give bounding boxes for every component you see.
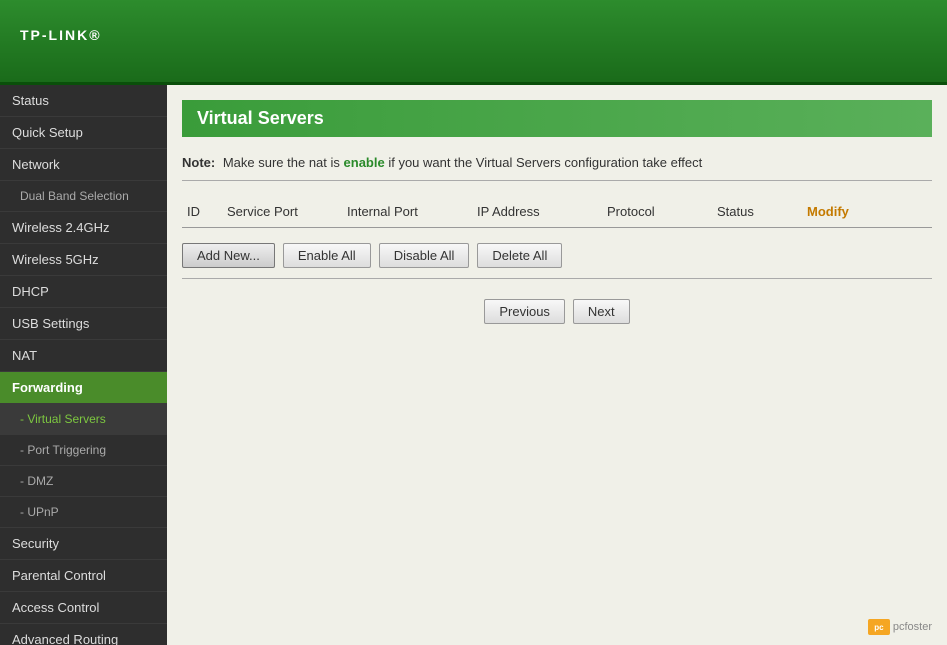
note-suffix-text: if you want the Virtual Servers configur… bbox=[388, 155, 702, 170]
sidebar-item-network[interactable]: Network bbox=[0, 149, 167, 181]
note-text: Make sure the nat is bbox=[223, 155, 340, 170]
col-internal-port: Internal Port bbox=[347, 204, 477, 219]
sidebar-item-dhcp[interactable]: DHCP bbox=[0, 276, 167, 308]
sidebar-item-port-triggering[interactable]: - Port Triggering bbox=[0, 435, 167, 466]
footer-watermark: pc pcfoster bbox=[868, 619, 932, 635]
sidebar-item-wireless-5[interactable]: Wireless 5GHz bbox=[0, 244, 167, 276]
previous-button[interactable]: Previous bbox=[484, 299, 565, 324]
sidebar-item-access-control[interactable]: Access Control bbox=[0, 592, 167, 624]
col-service-port: Service Port bbox=[227, 204, 347, 219]
pc-icon: pc bbox=[868, 619, 890, 635]
sidebar-item-upnp[interactable]: - UPnP bbox=[0, 497, 167, 528]
col-ip-address: IP Address bbox=[477, 204, 607, 219]
sidebar-item-forwarding[interactable]: Forwarding bbox=[0, 372, 167, 404]
trademark: ® bbox=[89, 27, 101, 43]
action-buttons: Add New... Enable All Disable All Delete… bbox=[182, 233, 932, 279]
sidebar-item-nat[interactable]: NAT bbox=[0, 340, 167, 372]
sidebar-item-wireless-24[interactable]: Wireless 2.4GHz bbox=[0, 212, 167, 244]
logo: TP-LINK® bbox=[20, 20, 102, 62]
disable-all-button[interactable]: Disable All bbox=[379, 243, 470, 268]
sidebar-item-parental-control[interactable]: Parental Control bbox=[0, 560, 167, 592]
sidebar-item-usb-settings[interactable]: USB Settings bbox=[0, 308, 167, 340]
main-content: Virtual Servers Note: Make sure the nat … bbox=[167, 85, 947, 645]
sidebar-item-status[interactable]: Status bbox=[0, 85, 167, 117]
sidebar-item-advanced-routing[interactable]: Advanced Routing bbox=[0, 624, 167, 645]
sidebar-item-dual-band[interactable]: Dual Band Selection bbox=[0, 181, 167, 212]
col-id: ID bbox=[187, 204, 227, 219]
layout: StatusQuick SetupNetworkDual Band Select… bbox=[0, 85, 947, 645]
note-label: Note: bbox=[182, 155, 215, 170]
header: TP-LINK® bbox=[0, 0, 947, 85]
sidebar-item-dmz[interactable]: - DMZ bbox=[0, 466, 167, 497]
note-enable: enable bbox=[344, 155, 385, 170]
note-bar: Note: Make sure the nat is enable if you… bbox=[182, 149, 932, 181]
watermark-text: pcfoster bbox=[893, 621, 932, 633]
sidebar-item-virtual-servers[interactable]: - Virtual Servers bbox=[0, 404, 167, 435]
col-modify: Modify bbox=[807, 204, 887, 219]
page-title: Virtual Servers bbox=[182, 100, 932, 137]
pagination: Previous Next bbox=[182, 299, 932, 324]
next-button[interactable]: Next bbox=[573, 299, 630, 324]
sidebar-item-quick-setup[interactable]: Quick Setup bbox=[0, 117, 167, 149]
sidebar: StatusQuick SetupNetworkDual Band Select… bbox=[0, 85, 167, 645]
sidebar-item-security[interactable]: Security bbox=[0, 528, 167, 560]
col-status: Status bbox=[717, 204, 807, 219]
add-new-button[interactable]: Add New... bbox=[182, 243, 275, 268]
col-protocol: Protocol bbox=[607, 204, 717, 219]
table-header: IDService PortInternal PortIP AddressPro… bbox=[182, 196, 932, 228]
enable-all-button[interactable]: Enable All bbox=[283, 243, 371, 268]
delete-all-button[interactable]: Delete All bbox=[477, 243, 562, 268]
